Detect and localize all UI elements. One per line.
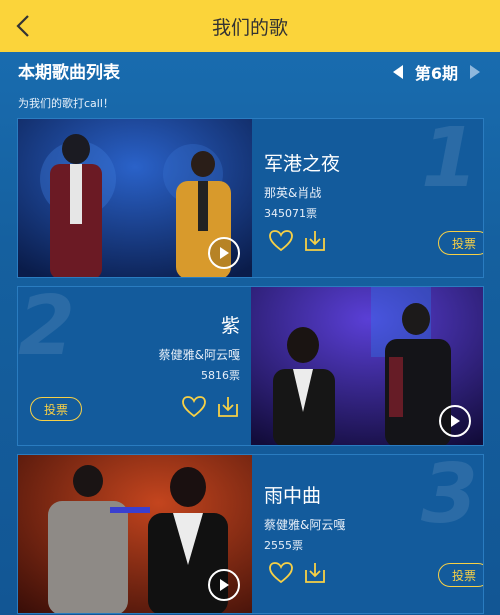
song-info: 3 雨中曲 蔡健雅&阿云嘎 2555票 投票 bbox=[264, 454, 483, 613]
heart-icon bbox=[182, 396, 206, 418]
play-icon bbox=[451, 415, 460, 427]
section-header: 本期歌曲列表 为我们的歌打call！ bbox=[18, 58, 120, 111]
triangle-right-icon bbox=[470, 65, 480, 79]
play-icon bbox=[220, 579, 229, 591]
song-card[interactable]: 3 雨中曲 蔡健雅&阿云嘎 2555票 投票 bbox=[17, 454, 484, 614]
section-title: 本期歌曲列表 bbox=[18, 63, 120, 83]
play-icon bbox=[220, 247, 229, 259]
next-period-button[interactable] bbox=[468, 64, 482, 80]
like-button[interactable] bbox=[268, 561, 294, 585]
download-icon bbox=[218, 397, 238, 417]
vote-count: 2555票 bbox=[264, 539, 303, 552]
song-title: 紫 bbox=[220, 315, 240, 337]
page-title: 我们的歌 bbox=[211, 16, 288, 39]
back-button[interactable] bbox=[8, 11, 38, 41]
vote-count: 345071票 bbox=[264, 207, 317, 220]
song-artists: 蔡健雅&阿云嘎 bbox=[158, 348, 240, 362]
download-button[interactable] bbox=[215, 395, 241, 419]
play-button[interactable] bbox=[439, 405, 471, 437]
song-photo[interactable] bbox=[18, 455, 252, 613]
section-subtitle: 为我们的歌打call！ bbox=[18, 97, 114, 110]
prev-period-button[interactable] bbox=[391, 64, 405, 80]
song-artists: 蔡健雅&阿云嘎 bbox=[264, 518, 346, 532]
triangle-left-icon bbox=[392, 65, 403, 79]
top-bar: 我们的歌 bbox=[0, 0, 500, 52]
like-button[interactable] bbox=[181, 395, 207, 419]
rank-number: 1 bbox=[420, 118, 478, 206]
download-button[interactable] bbox=[302, 229, 328, 253]
like-button[interactable] bbox=[268, 229, 294, 253]
download-button[interactable] bbox=[302, 561, 328, 585]
rank-number: 2 bbox=[18, 286, 76, 374]
heart-icon bbox=[269, 230, 293, 252]
song-title: 军港之夜 bbox=[264, 153, 341, 175]
song-info: 1 军港之夜 那英&肖战 345071票 投票 bbox=[264, 118, 483, 277]
song-card[interactable]: 2 紫 蔡健雅&阿云嘎 5816票 投票 bbox=[17, 286, 484, 446]
vote-button[interactable]: 投票 bbox=[438, 563, 483, 587]
song-photo[interactable] bbox=[18, 119, 252, 277]
download-icon bbox=[305, 563, 325, 583]
song-card[interactable]: 1 军港之夜 那英&肖战 345071票 投票 bbox=[17, 118, 484, 278]
song-photo[interactable] bbox=[251, 287, 483, 445]
play-button[interactable] bbox=[208, 237, 240, 269]
song-title: 雨中曲 bbox=[264, 485, 322, 507]
download-icon bbox=[305, 231, 325, 251]
vote-button[interactable]: 投票 bbox=[438, 231, 483, 255]
song-artists: 那英&肖战 bbox=[264, 186, 322, 200]
rank-number: 3 bbox=[420, 454, 478, 542]
period-selector: 第6期 bbox=[391, 60, 482, 84]
heart-icon bbox=[269, 562, 293, 584]
vote-button[interactable]: 投票 bbox=[30, 397, 82, 421]
chevron-left-icon bbox=[16, 15, 29, 37]
play-button[interactable] bbox=[208, 569, 240, 601]
period-label: 第6期 bbox=[414, 64, 458, 83]
vote-count: 5816票 bbox=[201, 369, 240, 382]
song-info: 2 紫 蔡健雅&阿云嘎 5816票 投票 bbox=[18, 286, 252, 445]
